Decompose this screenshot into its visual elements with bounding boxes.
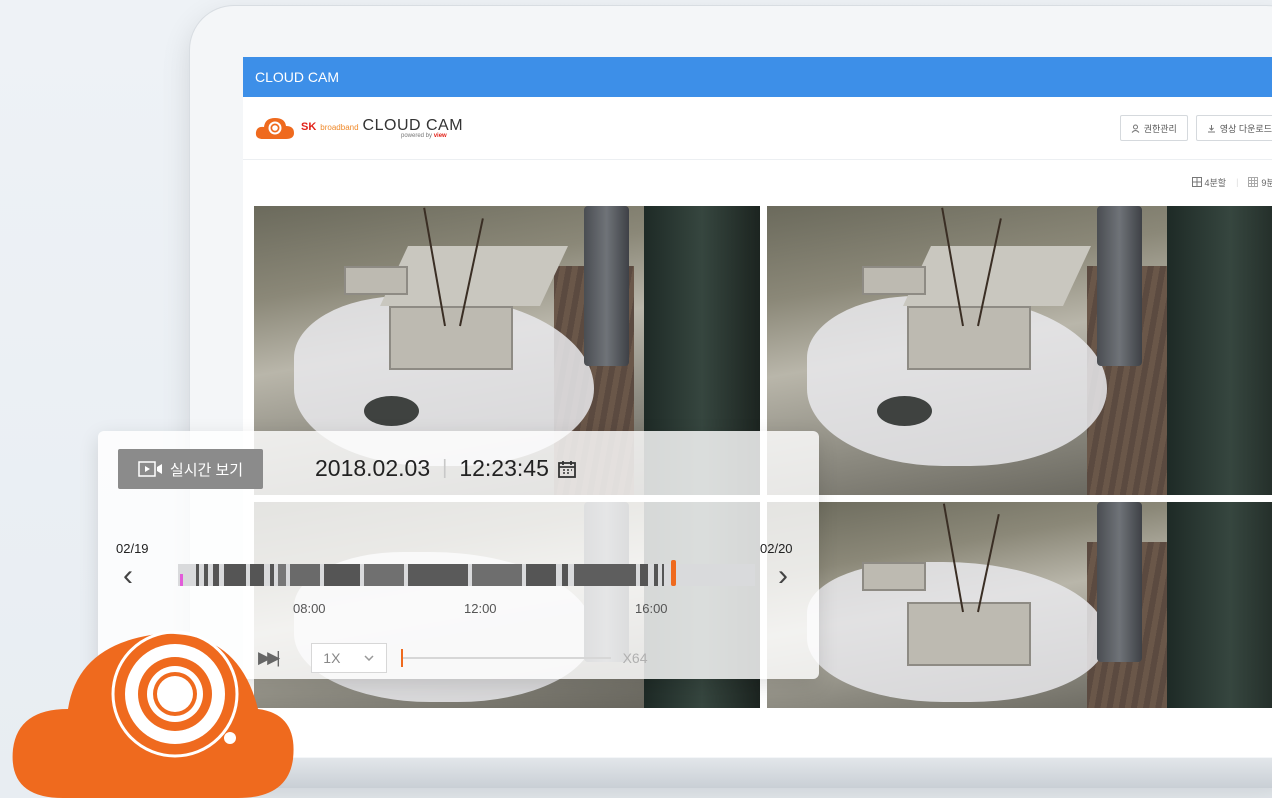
camera-feed-4[interactable] — [767, 502, 1272, 708]
timeline-tick-2: 12:00 — [464, 601, 497, 616]
user-icon — [1131, 124, 1140, 133]
chevron-down-icon — [364, 655, 374, 661]
grid-4-icon — [1191, 177, 1202, 187]
speed-select[interactable]: 1X — [310, 643, 387, 673]
split-4-option[interactable]: 4분할 — [1191, 176, 1226, 189]
datetime-separator: | — [442, 457, 448, 479]
timeline-tick-3: 16:00 — [635, 601, 668, 616]
brand-logo[interactable]: SK broadband CLOUD CAM powered by view — [301, 117, 463, 139]
chevron-right-icon[interactable]: › — [778, 561, 788, 591]
powered-by: powered by view — [401, 133, 447, 139]
timeline-end-date: 02/20 — [760, 541, 793, 556]
datetime-display: 2018.02.03 | 12:23:45 — [315, 455, 577, 482]
grid-9-icon — [1248, 177, 1259, 187]
window-title: CLOUD CAM — [255, 69, 340, 85]
chevron-left-icon[interactable]: ‹ — [123, 561, 133, 591]
download-button[interactable]: 영상 다운로드 — [1195, 115, 1272, 141]
permissions-button[interactable]: 권한관리 — [1119, 115, 1188, 141]
timeline-event-marker — [180, 574, 183, 586]
playback-controls: ▶▶| 1X X64 — [258, 643, 648, 673]
speed-slider-handle[interactable] — [400, 649, 403, 667]
laptop-base — [200, 758, 1272, 788]
window-titlebar: CLOUD CAM — [243, 57, 1272, 97]
cloud-cam-small-logo-icon[interactable] — [255, 115, 295, 141]
speed-max-label: X64 — [622, 650, 648, 666]
cloud-cam-logo — [12, 630, 294, 798]
split-selector: 4분할 | 9분할 — [243, 160, 1272, 204]
recording-timeline[interactable] — [178, 560, 755, 586]
download-icon — [1207, 124, 1215, 132]
video-icon — [138, 461, 162, 477]
split-divider: | — [1236, 177, 1239, 187]
current-date: 2018.02.03 — [315, 455, 431, 481]
speed-value: 1X — [323, 650, 341, 666]
brand-broadband: broadband — [320, 123, 359, 132]
header-actions: 권한관리 영상 다운로드 — [1119, 115, 1272, 141]
camera-feed-2[interactable] — [767, 206, 1272, 495]
live-view-label: 실시간 보기 — [169, 461, 244, 479]
brand-sk: SK — [301, 121, 317, 133]
timeline-playhead[interactable] — [671, 560, 676, 586]
current-time: 12:23:45 — [459, 455, 549, 481]
speed-slider[interactable] — [400, 649, 611, 667]
live-view-button[interactable]: 실시간 보기 — [118, 449, 263, 489]
timeline-start-date: 02/19 — [116, 541, 149, 556]
calendar-icon[interactable] — [557, 459, 577, 479]
split-9-option[interactable]: 9분할 — [1248, 176, 1272, 189]
app-header: SK broadband CLOUD CAM powered by view 권… — [243, 97, 1272, 160]
